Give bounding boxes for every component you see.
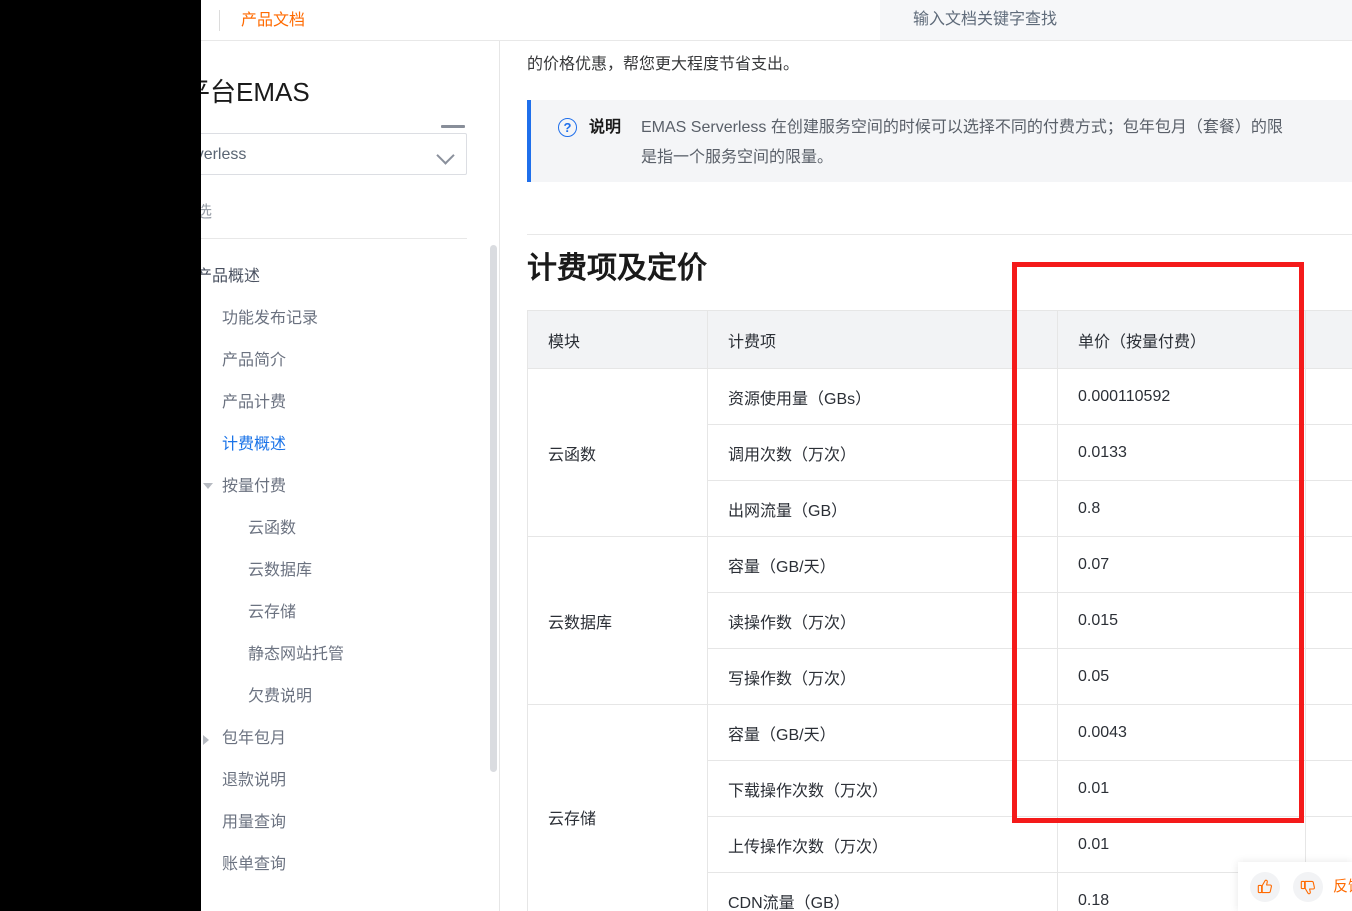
unit-price-cell: 0.0133 <box>1057 424 1306 481</box>
sidebar-scrollbar-thumb[interactable] <box>490 245 497 772</box>
note-label: 说明 <box>589 119 622 136</box>
extra-cell <box>1305 704 1352 761</box>
table-row: 云存储 容量（GB/天） 0.0043 <box>527 704 1352 911</box>
sidebar-item-label: 云数据库 <box>248 562 313 579</box>
note-line-1: EMAS Serverless 在创建服务空间的时候可以选择不同的付费方式；包年… <box>641 119 1283 136</box>
billing-item-cell: 上传操作次数（万次） <box>707 816 1058 873</box>
question-circle-icon: ? <box>558 118 577 137</box>
sidebar-item-label: 按量付费 <box>222 478 287 495</box>
extra-cell <box>1305 368 1352 425</box>
product-docs-link[interactable]: 产品文档 <box>241 10 305 31</box>
hamburger-bar <box>441 125 465 128</box>
table-header-row: 模块 计费项 单价（按量付费） <box>527 310 1352 369</box>
extra-cell <box>1305 648 1352 705</box>
chevron-down-icon <box>436 146 455 165</box>
table-row: 云数据库 容量（GB/天） 0.07 <box>527 536 1352 705</box>
extra-cell <box>1305 760 1352 817</box>
billing-item-cell: 容量（GB/天） <box>707 536 1058 593</box>
module-cell: 云存储 <box>527 704 708 911</box>
doc-search-input[interactable] <box>880 0 1352 40</box>
billing-item-cell: 调用次数（万次） <box>707 424 1058 481</box>
thumbs-up-icon[interactable] <box>1250 872 1280 902</box>
extra-cell <box>1305 536 1352 593</box>
note-line-2: 是指一个服务空间的限量。 <box>641 149 834 166</box>
billing-item-cell: 读操作数（万次） <box>707 592 1058 649</box>
table-header-cell-2: 单价（按量付费） <box>1057 310 1306 369</box>
module-cell: 云函数 <box>527 368 708 537</box>
documentation-page: 产品文档 研发平台EMAS AS Serverless 产品概述功能发布记录产品… <box>0 0 1352 911</box>
sidebar-item-label: 退款说明 <box>222 772 287 789</box>
sidebar-item-label: 计费概述 <box>222 436 287 453</box>
unit-price-cell: 0.000110592 <box>1057 368 1306 425</box>
billing-item-cell: 写操作数（万次） <box>707 648 1058 705</box>
unit-price-cell: 0.0043 <box>1057 704 1306 761</box>
sidebar-item-label: 产品概述 <box>196 268 261 285</box>
note-callout: ? 说明 EMAS Serverless 在创建服务空间的时候可以选择不同的付费… <box>527 100 1352 182</box>
billing-item-cell: CDN流量（GB） <box>707 872 1058 911</box>
table-header-cell-3 <box>1305 310 1352 369</box>
pricing-table-body: 云函数 资源使用量（GBs） 0.000110592 调用次数（万次） 0.0133 出网… <box>527 368 1352 911</box>
sidebar-item-label: 静态网站托管 <box>248 646 345 663</box>
unit-price-cell: 0.8 <box>1057 480 1306 537</box>
extra-cell <box>1305 424 1352 481</box>
feedback-label[interactable]: 反馈 <box>1333 877 1352 897</box>
extra-cell <box>1305 592 1352 649</box>
unit-price-cell: 0.05 <box>1057 648 1306 705</box>
unit-price-cell: 0.07 <box>1057 536 1306 593</box>
table-header-cell-0: 模块 <box>527 310 708 369</box>
pricing-table: 模块 计费项 单价（按量付费） 云函数 资源使用量（GBs） 0.000110592 调用… <box>527 310 1352 911</box>
breadcrumb-separator <box>219 10 220 31</box>
main-content: 的价格优惠，帮您更大程度节省支出。 ? 说明 EMAS Serverless 在… <box>500 41 1352 911</box>
triangle-right-icon[interactable] <box>203 735 209 745</box>
sidebar-item-label: 产品简介 <box>222 352 287 369</box>
viewport-gutter <box>0 0 201 911</box>
sidebar-item-label: 欠费说明 <box>248 688 313 705</box>
sidebar-item-label: 用量查询 <box>222 814 287 831</box>
intro-paragraph-tail: 的价格优惠，帮您更大程度节省支出。 <box>527 56 800 73</box>
extra-cell <box>1305 480 1352 537</box>
thumbs-down-icon[interactable] <box>1293 872 1323 902</box>
sidebar-item-label: 功能发布记录 <box>222 310 319 327</box>
table-header-cell-1: 计费项 <box>707 310 1058 369</box>
section-title: 计费项及定价 <box>527 252 707 285</box>
table-row: 云函数 资源使用量（GBs） 0.000110592 <box>527 368 1352 537</box>
triangle-down-icon[interactable] <box>203 483 213 489</box>
sidebar-item-label: 产品计费 <box>222 394 287 411</box>
billing-item-cell: 下载操作次数（万次） <box>707 760 1058 817</box>
unit-price-cell: 0.015 <box>1057 592 1306 649</box>
unit-price-cell: 0.01 <box>1057 760 1306 817</box>
sidebar-item-label: 账单查询 <box>222 856 287 873</box>
billing-item-cell: 出网流量（GB） <box>707 480 1058 537</box>
sidebar-item-label: 云存储 <box>248 604 297 621</box>
section-divider <box>527 234 1352 235</box>
module-cell: 云数据库 <box>527 536 708 705</box>
pricing-table-head: 模块 计费项 单价（按量付费） <box>527 310 1352 369</box>
feedback-widget: 反馈 <box>1238 862 1352 911</box>
sidebar-item-label: 云函数 <box>248 520 297 537</box>
billing-item-cell: 容量（GB/天） <box>707 704 1058 761</box>
top-bar: 产品文档 <box>0 0 1352 41</box>
sidebar-item-label: 包年包月 <box>222 730 287 747</box>
billing-item-cell: 资源使用量（GBs） <box>707 368 1058 425</box>
